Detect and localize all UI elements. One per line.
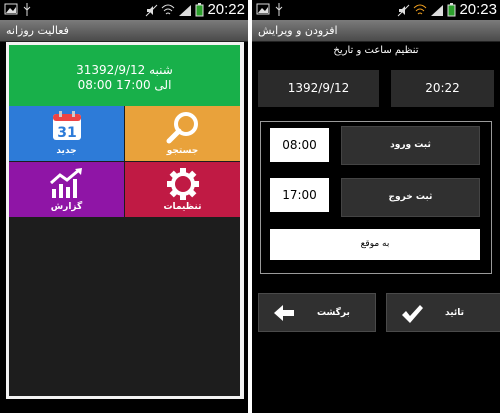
app-title: افزودن و ویرایش [258, 24, 338, 37]
signal-icon [431, 4, 443, 16]
register-exit-button[interactable]: ثبت خروج [341, 178, 480, 217]
app-title-bar: فعالیت روزانه [0, 20, 248, 42]
tile-search-label: جستجو [166, 146, 199, 156]
confirm-button-label: تائید [445, 308, 465, 318]
back-button[interactable]: برگشت [258, 293, 376, 332]
gear-icon [166, 167, 200, 205]
confirm-button[interactable]: تائید [386, 293, 500, 332]
mute-icon [145, 4, 158, 16]
signal-icon [179, 4, 191, 16]
tile-settings-label: تنظیمات [163, 202, 202, 212]
today-summary-tile[interactable]: 3شنبه 1392/9/12 08:00 الی 17:00 [9, 45, 240, 106]
usb-icon [275, 3, 283, 16]
tile-search[interactable]: جستجو [125, 106, 240, 161]
time-picker[interactable]: 20:22 [391, 70, 494, 107]
status-time: 20:23 [459, 1, 497, 18]
wifi-icon [413, 4, 427, 15]
status-time: 20:22 [207, 1, 245, 18]
datetime-heading: تنظیم ساعت و تاریخ [333, 45, 419, 56]
battery-icon [447, 3, 456, 17]
chart-icon [49, 167, 85, 203]
entry-time-field[interactable]: 08:00 [270, 128, 329, 162]
app-title: فعالیت روزانه [6, 24, 69, 37]
search-icon [166, 111, 200, 149]
app-title-bar: افزودن و ویرایش [252, 20, 500, 42]
mute-icon [397, 4, 410, 16]
tile-report-label: گزارش [50, 202, 83, 212]
exit-time-field[interactable]: 17:00 [270, 178, 329, 212]
register-entry-button[interactable]: ثبت ورود [341, 126, 480, 165]
svg-text:31: 31 [57, 125, 76, 141]
right-phone-screen: 20:23 افزودن و ویرایش تنظیم ساعت و تاریخ… [252, 0, 500, 413]
battery-icon [195, 3, 204, 17]
wifi-icon [161, 4, 175, 15]
on-time-button[interactable]: به موقع [270, 229, 480, 260]
tile-report[interactable]: گزارش [9, 162, 124, 217]
image-notification-icon [256, 3, 270, 15]
calendar-icon: 31 [52, 111, 82, 145]
summary-date: 3شنبه 1392/9/12 [76, 63, 173, 77]
summary-hours: 08:00 الی 17:00 [77, 78, 172, 92]
tile-new-label: جدید [56, 146, 77, 156]
tile-new[interactable]: 31 جدید [9, 106, 124, 161]
usb-icon [23, 3, 31, 16]
checkmark-icon [401, 304, 423, 328]
attendance-panel: 08:00 ثبت ورود 17:00 ثبت خروج به موقع [260, 121, 492, 274]
date-picker[interactable]: 1392/9/12 [258, 70, 379, 107]
left-phone-screen: 20:22 فعالیت روزانه 3شنبه 1392/9/12 08:0… [0, 0, 248, 413]
back-button-label: برگشت [317, 308, 350, 318]
arrow-left-icon [273, 304, 295, 326]
status-bar: 20:22 [0, 0, 248, 20]
tile-panel: 3شنبه 1392/9/12 08:00 الی 17:00 31 جدید … [9, 45, 240, 396]
status-bar: 20:23 [252, 0, 500, 20]
tile-settings[interactable]: تنظیمات [125, 162, 240, 217]
dashboard: 3شنبه 1392/9/12 08:00 الی 17:00 31 جدید … [6, 42, 244, 399]
image-notification-icon [4, 3, 18, 15]
